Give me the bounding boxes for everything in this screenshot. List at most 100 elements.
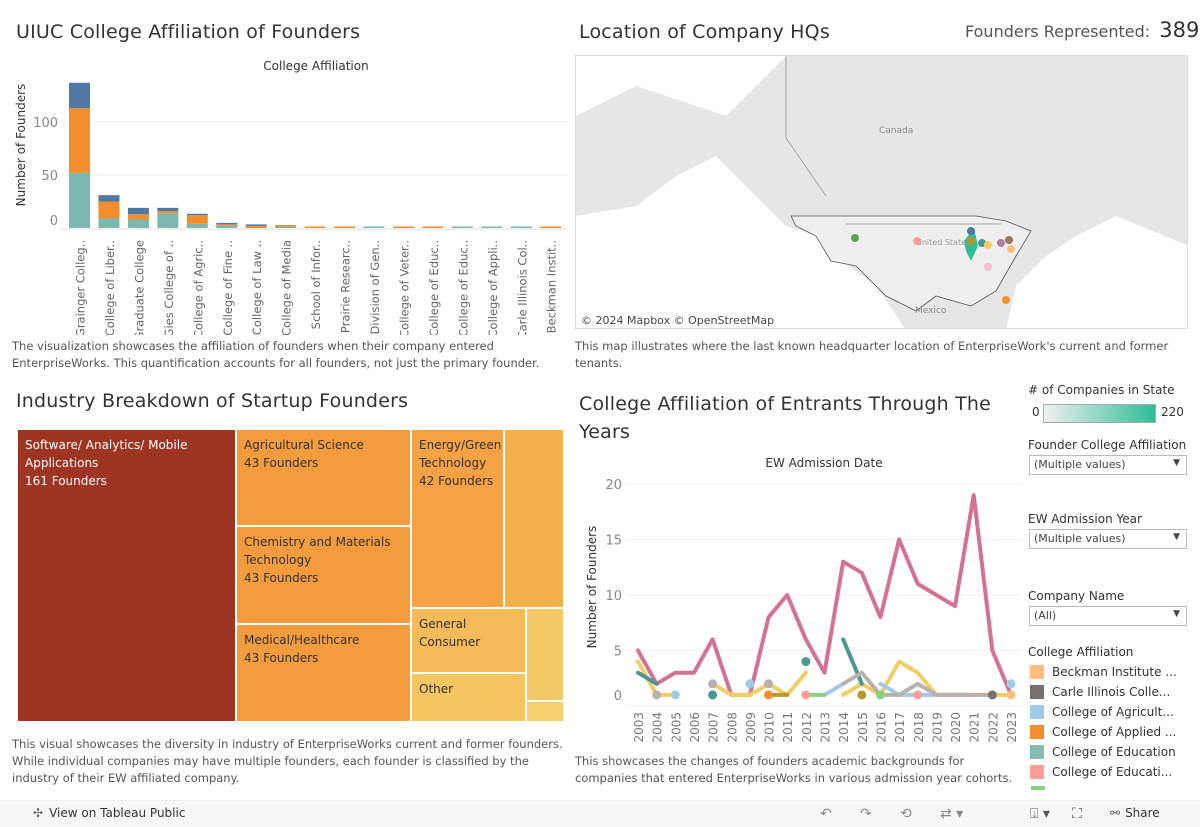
industry-treemap[interactable]: Software/ Analytics/ Mobile Applications…: [17, 429, 564, 722]
admission-year-filter[interactable]: (Multiple values) ▼: [1029, 529, 1187, 549]
treemap-tile-agricultural[interactable]: Agricultural Science 43 Founders: [236, 429, 411, 526]
map-point[interactable]: [984, 241, 992, 249]
view-on-tableau-button[interactable]: ✣ View on Tableau Public: [33, 806, 185, 820]
x-tick-label: 2005: [669, 712, 683, 743]
legend-item[interactable]: Beckman Institute ...: [1030, 665, 1177, 679]
bar-segment: [186, 215, 208, 224]
fullscreen-icon[interactable]: ⛶: [1072, 806, 1082, 822]
hq-map[interactable]: Canada United States Mexico © 2024 Mapbo…: [575, 55, 1188, 329]
bar-segment: [540, 226, 562, 228]
map-point[interactable]: [984, 263, 992, 271]
legend-swatch: [1030, 665, 1044, 679]
x-tick-label: 2011: [781, 712, 795, 743]
bar-segment: [69, 172, 90, 228]
map-point[interactable]: [913, 237, 921, 245]
tile-label: General Consumer: [419, 617, 481, 649]
map-point[interactable]: [1007, 245, 1015, 253]
college-affiliation-bar-chart[interactable]: College Affiliation Number of Founders 0 50…: [0, 50, 570, 335]
filter-value: (All): [1034, 609, 1057, 622]
legend-item[interactable]: College of Applied ...: [1030, 725, 1176, 739]
founder-college-filter[interactable]: (Multiple values) ▼: [1029, 455, 1187, 475]
series-point: [1006, 679, 1016, 689]
x-tick-label: Division of Gen..: [368, 240, 382, 335]
bar-segment: [216, 224, 238, 226]
founder-college-filter-label: Founder College Affiliation: [1028, 438, 1187, 452]
redo-icon[interactable]: ↷: [860, 806, 872, 822]
undo-icon[interactable]: ↶: [820, 806, 832, 822]
legend-item[interactable]: College of Education: [1030, 745, 1176, 759]
share-icon: ⚯: [1110, 806, 1121, 820]
series-point: [801, 690, 811, 700]
treemap-tile-unlabeled[interactable]: [526, 608, 564, 701]
treemap-tile-energy[interactable]: Energy/Green Technology 42 Founders: [411, 429, 504, 608]
x-tick-label: 2023: [1005, 712, 1019, 743]
map-point[interactable]: [967, 237, 975, 245]
legend-swatch: [1030, 765, 1044, 779]
tile-label: Software/ Analytics/ Mobile Applications: [25, 438, 188, 470]
treemap-tile-unlabeled[interactable]: [526, 701, 564, 722]
map-point[interactable]: [997, 239, 1005, 247]
legend-item[interactable]: College of Agricult...: [1030, 705, 1174, 719]
trend-panel-title: College Affiliation of Entrants Through …: [579, 393, 992, 443]
map-point[interactable]: [851, 234, 859, 242]
map-panel-title: Location of Company HQs: [579, 21, 830, 43]
tableau-logo-icon: ✣: [33, 806, 44, 820]
x-tick-label: Gies College of ..: [162, 240, 176, 335]
share-label: Share: [1125, 806, 1160, 820]
map-point[interactable]: [1002, 296, 1010, 304]
bar-segment: [186, 223, 208, 228]
chart-title: College Affiliation: [263, 59, 368, 73]
x-tick-label: 2015: [856, 712, 870, 743]
map-point[interactable]: [1005, 236, 1013, 244]
series-point: [708, 679, 718, 689]
download-icon[interactable]: ⍗ ▾: [1030, 806, 1050, 822]
tile-label: Medical/Healthcare: [244, 633, 360, 647]
series-point: [801, 657, 811, 667]
legend-swatch: [1030, 705, 1044, 719]
share-button[interactable]: ⚯ Share: [1110, 806, 1160, 820]
company-name-filter[interactable]: (All) ▼: [1029, 606, 1187, 626]
x-tick-label: 2012: [800, 712, 814, 743]
trend-panel-caption: This showcases the changes of founders a…: [575, 754, 1013, 785]
dropdown-arrow-icon: ▼: [1173, 532, 1180, 542]
revert-icon[interactable]: ⟲: [900, 806, 912, 822]
x-tick-label: 2020: [949, 712, 963, 743]
y-axis-label: Number of Founders: [585, 526, 599, 649]
x-tick-label: College of Media: [280, 240, 294, 335]
legend-item[interactable]: College of Educati...: [1030, 765, 1172, 779]
bar-segment: [481, 226, 503, 228]
x-tick-label: Carle Illinois Col..: [515, 240, 529, 335]
treemap-tile-chemistry[interactable]: Chemistry and Materials Technology 43 Fou…: [236, 526, 411, 624]
treemap-tile-software[interactable]: Software/ Analytics/ Mobile Applications…: [17, 429, 236, 722]
series-point: [913, 690, 923, 700]
map-point[interactable]: [967, 227, 975, 235]
industry-panel-title: Industry Breakdown of Startup Founders: [16, 390, 409, 412]
x-tick-label: 2008: [725, 712, 739, 743]
y-tick-label: 15: [605, 534, 622, 549]
legend-label: Beckman Institute ...: [1052, 665, 1177, 679]
treemap-tile-other[interactable]: Other: [411, 673, 526, 722]
admission-line-chart[interactable]: EW Admission Date Number of Founders 0 5 10 1…: [575, 450, 1025, 745]
bar-segment: [157, 211, 179, 214]
tile-label: Energy/Green Technology: [419, 438, 502, 470]
map-label-mexico: Mexico: [915, 306, 947, 316]
map-attribution[interactable]: © 2024 Mapbox © OpenStreetMap: [579, 314, 777, 327]
treemap-tile-general-consumer[interactable]: General Consumer: [411, 608, 526, 673]
x-tick-label: 2013: [819, 712, 833, 743]
series-point: [764, 690, 774, 700]
treemap-tile-unlabeled[interactable]: [504, 429, 564, 608]
series-point: [708, 690, 718, 700]
x-tick-label: College of Fine ..: [221, 240, 235, 335]
x-tick-label: 2022: [986, 712, 1000, 743]
legend-swatch: [1030, 745, 1044, 759]
bar-segment: [157, 213, 179, 228]
refresh-icon[interactable]: ⇄ ▾: [940, 806, 963, 822]
map-label-us: United States: [916, 238, 971, 247]
legend-item[interactable]: Carle Illinois Colle...: [1030, 685, 1170, 699]
bar-segment: [451, 226, 473, 228]
bar-segment: [98, 195, 120, 202]
bar-segment: [334, 226, 356, 228]
treemap-tile-medical[interactable]: Medical/Healthcare 43 Founders: [236, 624, 411, 722]
series-point: [857, 690, 867, 700]
x-tick-label: Beckman Instit..: [545, 240, 559, 333]
